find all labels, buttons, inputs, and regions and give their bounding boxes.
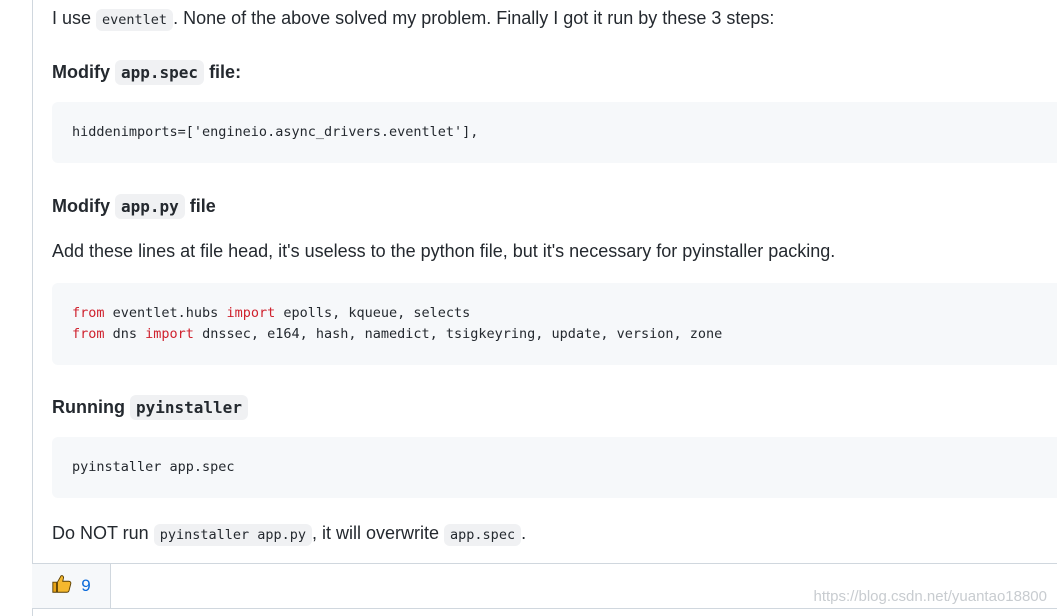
intro-text-post: . None of the above solved my problem. F… <box>173 8 775 28</box>
code-line: from eventlet.hubs import epolls, kqueue… <box>72 303 1042 324</box>
note-text-post: . <box>521 523 527 543</box>
intro-text-pre: I use <box>52 8 97 28</box>
code-module: eventlet.hubs <box>104 305 227 321</box>
step2-description: Add these lines at file head, it's usele… <box>52 241 836 261</box>
note-text-mid: , it will overwrite <box>312 523 445 543</box>
keyword-from: from <box>72 305 105 321</box>
code-imports: dnssec, e164, hash, namedict, tsigkeyrin… <box>193 326 723 342</box>
step1-heading: Modify app.spec file: <box>52 60 241 85</box>
thumbs-up-icon <box>51 573 73 600</box>
code-imports: epolls, kqueue, selects <box>275 305 471 321</box>
code-line: hiddenimports=['engineio.async_drivers.e… <box>72 124 479 140</box>
inline-code-app-spec: app.spec <box>115 60 205 85</box>
inline-code-eventlet: eventlet <box>96 9 174 31</box>
watermark-text: https://blog.csdn.net/yuantao18800 <box>813 588 1047 605</box>
keyword-import: import <box>145 326 194 342</box>
code-block-imports[interactable]: from eventlet.hubs import epolls, kqueue… <box>52 283 1057 365</box>
code-block-hiddenimports[interactable]: hiddenimports=['engineio.async_drivers.e… <box>52 102 1057 163</box>
inline-code-app-spec: app.spec <box>444 524 522 546</box>
step1-heading-pre: Modify <box>52 62 115 82</box>
code-line: pyinstaller app.spec <box>72 459 235 475</box>
code-block-pyinstaller[interactable]: pyinstaller app.spec <box>52 437 1057 498</box>
thumbs-up-reaction-button[interactable]: 9 <box>32 564 111 608</box>
step3-heading: Running pyinstaller <box>52 395 248 420</box>
note-paragraph: Do NOT run pyinstaller app.py, it will o… <box>52 521 526 547</box>
keyword-import: import <box>226 305 276 321</box>
inline-code-pyinstaller-app-py: pyinstaller app.py <box>153 524 313 546</box>
step3-heading-pre: Running <box>52 397 130 417</box>
inline-code-app-py: app.py <box>115 194 185 219</box>
inline-code-pyinstaller: pyinstaller <box>129 395 248 420</box>
step1-heading-post: file: <box>204 62 242 82</box>
code-module: dns <box>104 326 146 342</box>
step2-heading-pre: Modify <box>52 196 115 216</box>
step2-heading-post: file <box>184 196 216 216</box>
comment-left-border <box>32 0 33 616</box>
code-line: from dns import dnssec, e164, hash, name… <box>72 324 1042 345</box>
intro-paragraph: I use eventlet. None of the above solved… <box>52 6 774 32</box>
step2-heading: Modify app.py file <box>52 194 216 219</box>
keyword-from: from <box>72 326 105 342</box>
note-text-pre: Do NOT run <box>52 523 154 543</box>
vote-count: 9 <box>81 576 91 595</box>
